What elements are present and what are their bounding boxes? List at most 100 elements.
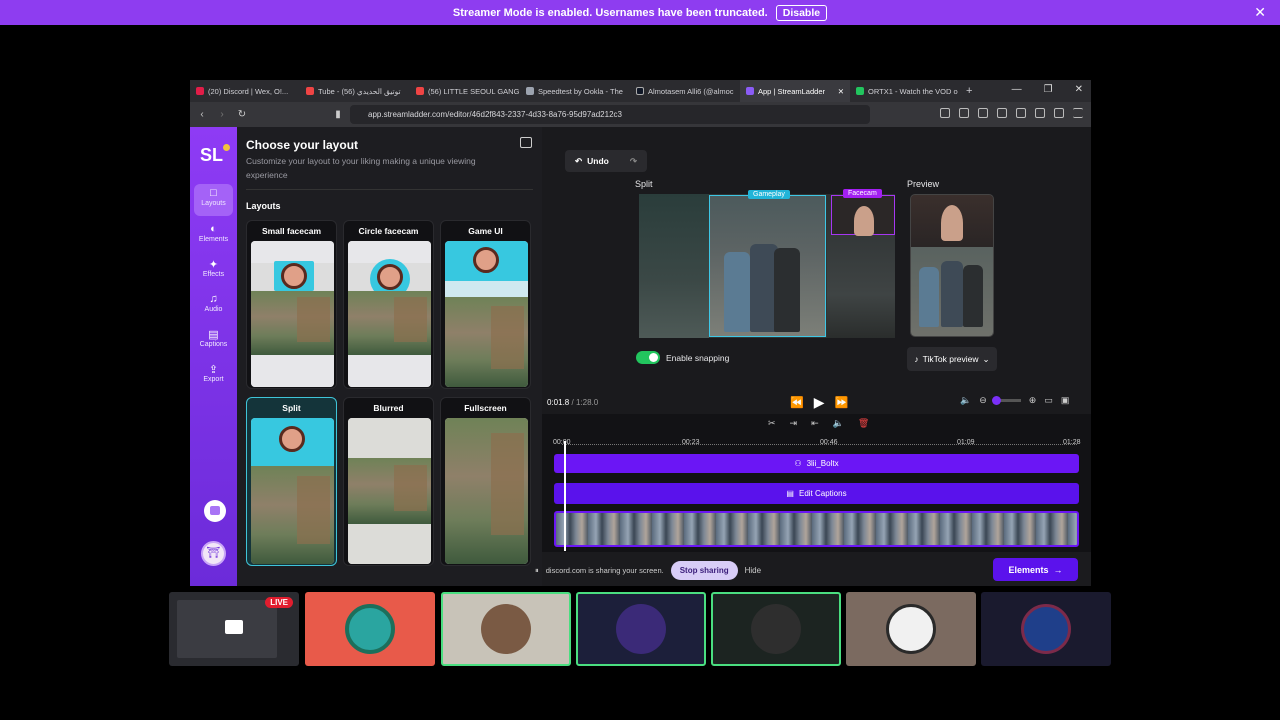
extension-icon[interactable] xyxy=(940,108,950,118)
participant-avatar xyxy=(345,604,395,654)
layout-thumbnail xyxy=(445,241,528,387)
extension-icon[interactable] xyxy=(1016,108,1026,118)
bookmark-icon[interactable]: ▮ xyxy=(330,109,346,120)
left-rail: SL □ Layouts ◐ Elements ✦ Effects ♫ Audio ▤ C… xyxy=(190,127,237,586)
extension-icon[interactable] xyxy=(997,108,1007,118)
browser-tab-active[interactable]: App | StreamLadder ✕ xyxy=(740,80,850,102)
video-track[interactable] xyxy=(554,511,1079,547)
participant-tile[interactable] xyxy=(305,592,435,666)
rail-item-label: Effects xyxy=(202,271,225,278)
tab-favicon-icon xyxy=(856,87,864,95)
delete-icon[interactable]: 🗑 xyxy=(858,418,869,429)
mute-icon[interactable]: 🔈 xyxy=(833,418,844,429)
address-bar-row: ‹ › ↻ ▮ app.streamladder.com/editor/46d2… xyxy=(190,102,1091,127)
snapping-toggle[interactable] xyxy=(636,351,660,364)
captions-track-label: Edit Captions xyxy=(798,489,847,498)
layout-card-blurred[interactable]: Blurred xyxy=(343,397,434,566)
snapping-row: Enable snapping xyxy=(636,351,729,364)
facecam-crop-box[interactable] xyxy=(831,195,895,236)
extension-icon[interactable] xyxy=(1054,108,1064,118)
layout-thumbnail xyxy=(251,241,334,387)
tiktok-preview-dropdown[interactable]: ♪ TikTok preview ⌄ xyxy=(907,347,997,371)
disable-button[interactable]: Disable xyxy=(775,4,828,21)
stop-sharing-button[interactable]: Stop sharing xyxy=(670,561,738,580)
subtitles-icon[interactable]: ▭ xyxy=(1044,395,1053,406)
undo-label: Undo xyxy=(587,156,609,166)
participant-avatar xyxy=(481,604,531,654)
zoom-out-icon[interactable]: ⊖ xyxy=(979,395,987,406)
trim-end-icon[interactable]: ⇥ xyxy=(790,418,798,429)
minimize-button[interactable]: — xyxy=(1012,84,1022,95)
browser-tab[interactable]: ORTX1 - Watch the VOD o xyxy=(850,80,960,102)
time-display: 0:01.8 / 1:28.0 xyxy=(547,398,598,407)
layout-card-label: Split xyxy=(282,403,301,413)
redo-icon[interactable]: ↷ xyxy=(630,156,637,167)
browser-window: (20) Discord | Wex, O!... Tube - توتيق ا… xyxy=(190,80,1091,586)
participant-tile-speaking[interactable] xyxy=(576,592,706,666)
rail-item-effects[interactable]: ✦ Effects xyxy=(194,255,233,287)
rail-item-captions[interactable]: ▤ Captions xyxy=(194,325,233,357)
fullscreen-icon[interactable]: ▣ xyxy=(1061,395,1070,406)
pause-icon: ⏸ xyxy=(535,565,539,575)
undo-button[interactable]: ↶ Undo ↷ xyxy=(565,150,647,172)
chat-support-button[interactable] xyxy=(204,500,226,522)
tab-favicon-icon xyxy=(636,87,644,95)
participant-tile-speaking[interactable] xyxy=(711,592,841,666)
layout-card-split[interactable]: Split xyxy=(246,397,337,566)
playhead[interactable] xyxy=(564,441,566,551)
tiktok-preview-label: TikTok preview xyxy=(922,354,979,364)
maximize-button[interactable]: ❐ xyxy=(1044,84,1053,95)
participant-tile-screen[interactable]: LIVE xyxy=(169,592,299,666)
extension-icon[interactable] xyxy=(978,108,988,118)
layout-card-fullscreen[interactable]: Fullscreen xyxy=(440,397,531,566)
forward-icon[interactable]: › xyxy=(214,109,230,120)
elements-button[interactable]: Elements → xyxy=(993,558,1078,581)
tab-label: Speedtest by Ookla - The xyxy=(538,86,623,96)
rail-item-audio[interactable]: ♫ Audio xyxy=(194,290,233,322)
volume-icon[interactable]: 🔈 xyxy=(960,395,971,406)
browser-tab[interactable]: Almotasem Alli6 (@almoc xyxy=(630,80,740,102)
gameplay-crop-box[interactable] xyxy=(709,195,826,337)
browser-tab[interactable]: Tube - توتيق الحديدي (56) xyxy=(300,80,410,102)
participant-tile[interactable] xyxy=(981,592,1111,666)
tab-close-icon[interactable]: ✕ xyxy=(838,87,844,96)
zoom-in-icon[interactable]: ⊕ xyxy=(1029,395,1037,406)
browser-tab[interactable]: (56) LITTLE SEOUL GANG xyxy=(410,80,520,102)
zoom-slider[interactable] xyxy=(991,396,1021,405)
user-avatar[interactable]: ⛩ xyxy=(201,541,226,566)
participant-tile-speaking[interactable] xyxy=(441,592,571,666)
layout-card-circle-facecam[interactable]: Circle facecam xyxy=(343,220,434,389)
collapse-panel-icon[interactable] xyxy=(520,137,532,148)
trim-start-icon[interactable]: ⇤ xyxy=(811,418,819,429)
hide-button[interactable]: Hide xyxy=(745,566,761,575)
fast-forward-icon[interactable]: ⏩ xyxy=(834,396,848,409)
rewind-icon[interactable]: ⏪ xyxy=(790,396,804,409)
close-icon[interactable]: ✕ xyxy=(1254,4,1266,21)
back-icon[interactable]: ‹ xyxy=(194,109,210,120)
browser-tab[interactable]: Speedtest by Ookla - The xyxy=(520,80,630,102)
browser-tab[interactable]: (20) Discord | Wex, O!... xyxy=(190,80,300,102)
participant-avatar xyxy=(616,604,666,654)
new-tab-button[interactable]: + xyxy=(960,85,978,97)
audio-track[interactable]: ⚇ 3lii_Boltx xyxy=(554,454,1079,473)
people-icon: ⚇ xyxy=(794,459,802,468)
extension-icon[interactable] xyxy=(1035,108,1045,118)
rail-item-export[interactable]: ⇪ Export xyxy=(194,360,233,392)
url-field[interactable]: app.streamladder.com/editor/46d2f843-233… xyxy=(350,105,870,124)
split-label: Split xyxy=(635,179,653,189)
close-window-button[interactable]: ✕ xyxy=(1075,84,1083,95)
split-clip-icon[interactable]: ✂ xyxy=(768,418,776,429)
rail-item-label: Layouts xyxy=(201,200,226,207)
menu-icon[interactable] xyxy=(1073,108,1083,118)
play-icon[interactable]: ▶ xyxy=(814,394,825,411)
rail-item-elements[interactable]: ◐ Elements xyxy=(194,220,233,252)
facecam-face xyxy=(377,264,403,290)
reload-icon[interactable]: ↻ xyxy=(234,109,250,120)
tab-label: App | StreamLadder xyxy=(758,86,825,96)
captions-track[interactable]: ▤ Edit Captions xyxy=(554,483,1079,504)
layout-card-game-ui[interactable]: Game UI xyxy=(440,220,531,389)
participant-tile[interactable] xyxy=(846,592,976,666)
rail-item-layouts[interactable]: □ Layouts xyxy=(194,184,233,216)
extension-icon[interactable] xyxy=(959,108,969,118)
layout-card-small-facecam[interactable]: Small facecam xyxy=(246,220,337,389)
